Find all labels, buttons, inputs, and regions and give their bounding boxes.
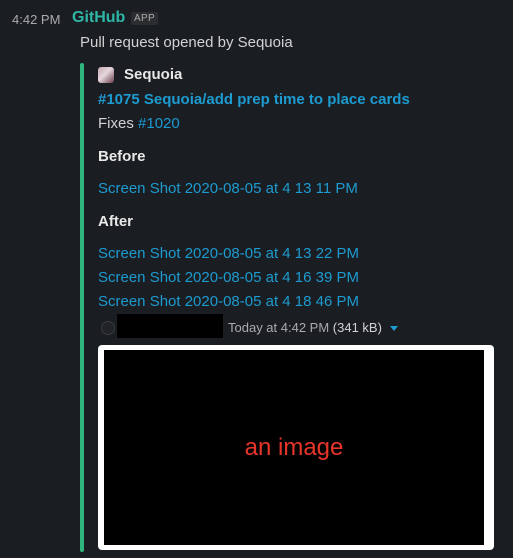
author-avatar[interactable] xyxy=(98,67,114,83)
after-screenshot-link[interactable]: Screen Shot 2020-08-05 at 4 18 46 PM xyxy=(98,293,359,310)
image-preview[interactable]: an image xyxy=(98,345,494,550)
attachment-color-bar xyxy=(80,63,84,552)
redacted-filename xyxy=(117,314,223,338)
github-message: 4:42 PM GitHub APP Pull request opened b… xyxy=(0,0,513,558)
fixes-label: Fixes xyxy=(98,115,134,132)
after-screenshot-link[interactable]: Screen Shot 2020-08-05 at 4 16 39 PM xyxy=(98,269,359,286)
message-timestamp[interactable]: 4:42 PM xyxy=(12,12,60,27)
file-size: (341 kB) xyxy=(332,320,382,335)
after-screenshot-link[interactable]: Screen Shot 2020-08-05 at 4 13 22 PM xyxy=(98,245,359,262)
before-screenshot-link[interactable]: Screen Shot 2020-08-05 at 4 13 11 PM xyxy=(98,180,358,197)
image-content: an image xyxy=(104,350,484,545)
issue-link[interactable]: #1020 xyxy=(138,115,180,132)
uploader-avatar xyxy=(101,321,115,335)
after-heading: After xyxy=(98,213,134,230)
image-placeholder-text: an image xyxy=(244,433,344,461)
file-meta: Today at 4:42 PM (341 kB) xyxy=(228,320,398,335)
fixes-line: Fixes #1020 xyxy=(98,115,180,132)
file-timestamp[interactable]: Today at 4:42 PM xyxy=(228,320,329,335)
author-name[interactable]: Sequoia xyxy=(124,66,182,83)
before-heading: Before xyxy=(98,148,146,165)
app-badge: APP xyxy=(131,12,158,25)
pr-title-link[interactable]: #1075 Sequoia/add prep time to place car… xyxy=(98,91,410,108)
message-summary: Pull request opened by Sequoia xyxy=(80,34,293,51)
sender-name[interactable]: GitHub xyxy=(72,9,125,27)
chevron-down-icon[interactable] xyxy=(389,326,398,332)
